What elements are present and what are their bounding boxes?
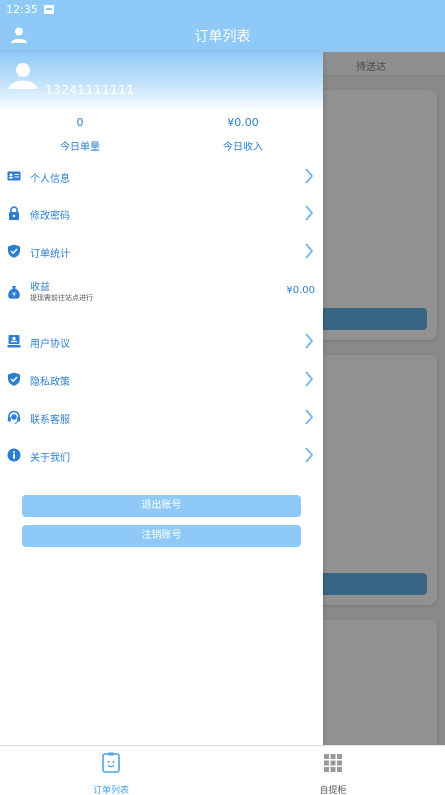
stat-today-income-value: ¥0.00: [227, 116, 259, 129]
locker-grid-icon: [324, 754, 342, 772]
bottom-nav-pickup-label: 自提柜: [319, 786, 347, 795]
notification-icon: [43, 4, 54, 14]
svg-text:¥: ¥: [12, 292, 16, 299]
chevron-right-icon: [305, 205, 314, 221]
stat-today-orders-value: 0: [76, 116, 84, 129]
logout-button[interactable]: 退出账号: [22, 495, 301, 517]
daily-stats: 0 今日单量 ¥0.00 今日收入: [0, 116, 323, 156]
status-time: 12:35: [6, 2, 38, 16]
delete-account-button[interactable]: 注销账号: [22, 525, 301, 547]
money-bag-icon: ¥: [8, 286, 20, 299]
headset-icon: [7, 410, 21, 424]
menu-item-change-password[interactable]: 修改密码: [0, 196, 323, 232]
menu-item-order-stats[interactable]: 订单统计: [0, 234, 323, 270]
menu-item-label: 收益: [30, 282, 50, 293]
drawer-header: 13241111111: [0, 52, 323, 112]
side-drawer: 13241111111 0 今日单量 ¥0.00 今日收入 个人信息 修改密码 …: [0, 52, 323, 745]
menu-item-about-us[interactable]: 关于我们: [0, 438, 323, 474]
user-card-icon: [7, 335, 21, 348]
earnings-amount: ¥0.00: [286, 285, 315, 296]
menu-item-label: 个人信息: [30, 174, 70, 185]
order-list-icon: [102, 752, 120, 773]
earnings-withdraw-hint: 提现需前往站点进行: [30, 294, 93, 302]
menu-item-contact-support[interactable]: 联系客服: [0, 400, 323, 436]
info-icon: [7, 448, 21, 462]
bottom-nav-orders[interactable]: 订单列表: [71, 752, 151, 795]
stat-today-orders-label: 今日单量: [60, 142, 100, 153]
status-bar: 12:35: [0, 0, 445, 18]
menu-item-label: 订单统计: [30, 249, 70, 260]
stat-today-income: ¥0.00 今日收入: [183, 116, 303, 153]
menu-item-earnings[interactable]: ¥ 收益 提现需前往站点进行 ¥0.00: [0, 272, 323, 316]
chevron-right-icon: [305, 409, 314, 425]
menu-item-privacy-policy[interactable]: 隐私政策: [0, 362, 323, 398]
menu-item-personal-info[interactable]: 个人信息: [0, 159, 323, 195]
lock-icon: [9, 206, 19, 220]
stat-today-orders: 0 今日单量: [20, 116, 140, 153]
bottom-nav-orders-label: 订单列表: [92, 786, 129, 795]
shield-check-icon: [8, 372, 20, 386]
bottom-navigation: 订单列表 自提柜: [0, 745, 445, 795]
avatar-icon[interactable]: [8, 60, 38, 90]
menu-item-label: 关于我们: [30, 453, 70, 464]
stat-today-income-label: 今日收入: [223, 142, 263, 153]
menu-item-label: 修改密码: [30, 211, 70, 222]
id-card-icon: [7, 171, 21, 181]
chevron-right-icon: [305, 447, 314, 463]
menu-item-label: 隐私政策: [30, 377, 70, 388]
user-phone: 13241111111: [45, 83, 135, 97]
menu-item-user-agreement[interactable]: 用户协议: [0, 324, 323, 360]
menu-item-label: 用户协议: [30, 339, 70, 350]
chevron-right-icon: [305, 371, 314, 387]
chevron-right-icon: [305, 243, 314, 259]
top-bar: 订单列表: [0, 18, 445, 52]
chevron-right-icon: [305, 168, 314, 184]
bottom-nav-pickup-locker[interactable]: 自提柜: [293, 752, 373, 795]
shield-check-icon: [8, 244, 20, 258]
menu-item-label: 联系客服: [30, 415, 70, 426]
chevron-right-icon: [305, 333, 314, 349]
page-title: 订单列表: [194, 29, 251, 45]
